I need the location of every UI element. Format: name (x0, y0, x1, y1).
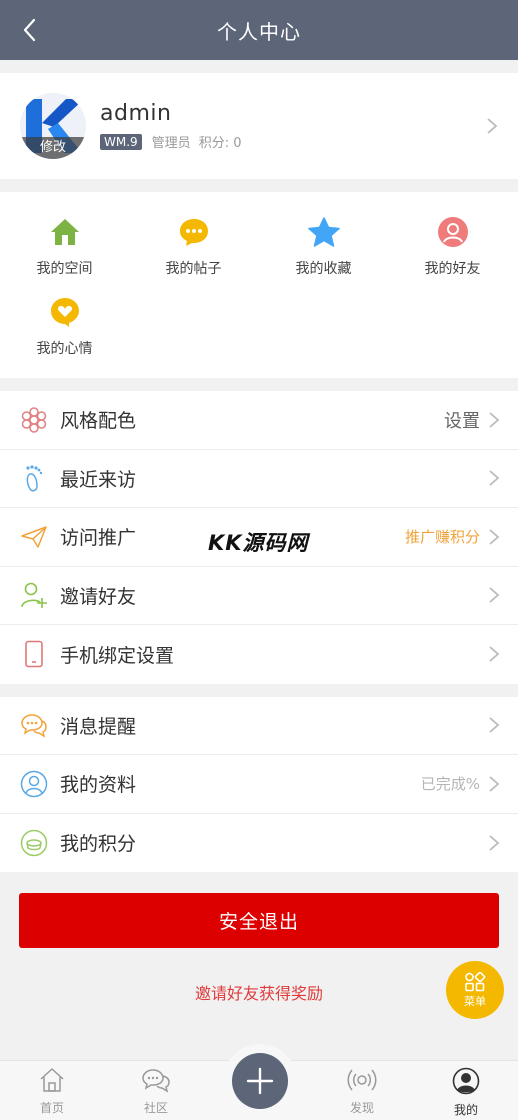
chevron-right-icon (489, 529, 500, 545)
settings-group-2: 消息提醒 我的资料 已完成% 我的积分 (0, 696, 518, 873)
row-right-text: 推广赚积分 (404, 528, 480, 547)
user-icon (452, 1067, 480, 1095)
star-icon (307, 216, 340, 248)
chevron-right-icon (489, 646, 500, 662)
header-bar: 个人中心 (0, 0, 518, 60)
message-icon (20, 711, 48, 739)
friend-icon (437, 216, 469, 248)
shortcut-grid: 我的空间 我的帖子 我的收藏 我的好友 我的心情 (0, 192, 518, 378)
user-points: 积分: 0 (198, 136, 242, 151)
logout-button[interactable]: 安全退出 (19, 893, 499, 948)
row-right-text: 设置 (444, 410, 480, 432)
page-title: 个人中心 (217, 19, 301, 44)
row-my-points[interactable]: 我的积分 (0, 814, 518, 873)
compose-button[interactable] (223, 1044, 297, 1118)
chevron-right-icon (487, 118, 498, 134)
row-phone-binding[interactable]: 手机绑定设置 (0, 625, 518, 684)
shortcut-my-mood[interactable]: 我的心情 (0, 296, 129, 358)
user-role: 管理员 (151, 136, 191, 151)
chevron-right-icon (489, 717, 500, 733)
chevron-right-icon (489, 412, 500, 428)
row-invite-friends[interactable]: 邀请好友 (0, 567, 518, 625)
row-my-profile[interactable]: 我的资料 已完成% (0, 755, 518, 814)
paper-plane-icon (20, 523, 48, 551)
flower-icon (20, 406, 48, 434)
level-badge: WM.9 (100, 133, 142, 150)
chevron-right-icon (489, 776, 500, 792)
profile-card[interactable]: 修改 admin WM.9 管理员 积分: 0 (0, 73, 518, 179)
watermark-text: KK源码网 (208, 531, 309, 555)
home-outline-icon (40, 1068, 64, 1092)
row-notifications[interactable]: 消息提醒 (0, 697, 518, 755)
chevron-right-icon (489, 835, 500, 851)
row-right-text: 已完成% (420, 775, 480, 794)
user-profile-icon (20, 770, 48, 798)
invite-reward-link[interactable]: 邀请好友获得奖励 (0, 980, 518, 1004)
tab-home[interactable]: 首页 (0, 1067, 104, 1116)
home-icon (49, 216, 81, 248)
phone-icon (20, 640, 48, 668)
chat-bubble-icon (178, 216, 210, 248)
tab-mine[interactable]: 我的 (414, 1067, 518, 1118)
chevron-right-icon (489, 470, 500, 486)
shortcut-my-posts[interactable]: 我的帖子 (129, 216, 258, 278)
back-arrow-icon[interactable] (14, 14, 44, 46)
plus-icon (246, 1067, 274, 1095)
shortcut-my-friends[interactable]: 我的好友 (388, 216, 517, 278)
row-recent-visitors[interactable]: 最近来访 (0, 450, 518, 508)
menu-grid-icon (465, 971, 486, 991)
chevron-right-icon (489, 587, 500, 603)
shortcut-my-space[interactable]: 我的空间 (0, 216, 129, 278)
footprint-icon (20, 464, 48, 492)
avatar[interactable]: 修改 (20, 93, 86, 159)
shortcut-my-favorites[interactable]: 我的收藏 (259, 216, 388, 278)
community-icon (142, 1069, 170, 1093)
points-icon (20, 829, 48, 857)
add-user-icon (20, 581, 48, 609)
tab-discover[interactable]: 发现 (310, 1067, 414, 1116)
heart-bubble-icon (49, 296, 81, 328)
username: admin (100, 101, 172, 126)
floating-menu-button[interactable]: 菜单 (446, 961, 504, 1019)
tab-community[interactable]: 社区 (104, 1067, 208, 1116)
avatar-edit-label[interactable]: 修改 (20, 137, 86, 159)
row-style-color[interactable]: 风格配色 设置 (0, 391, 518, 450)
discover-icon (347, 1069, 377, 1091)
